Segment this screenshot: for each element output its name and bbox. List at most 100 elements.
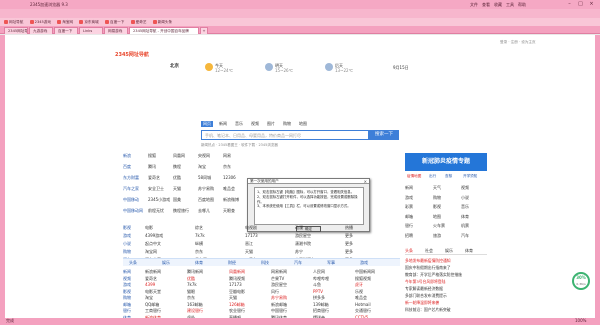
site-link[interactable]: 2345小游戏 <box>148 197 170 203</box>
site-link[interactable]: 央视网 <box>198 153 210 159</box>
service-link[interactable]: 视频 <box>461 185 469 191</box>
site-link[interactable]: 新浪微博 <box>223 197 239 203</box>
grid-link[interactable]: 斗鱼 <box>313 282 321 288</box>
service-link[interactable]: 音乐 <box>461 204 469 210</box>
side-news-tab[interactable]: 体育 <box>465 248 473 254</box>
grid-category[interactable]: 银行 <box>123 308 131 314</box>
site-link[interactable]: 58同城 <box>198 175 211 181</box>
network-progress-badge[interactable]: 30% 0.3K/s <box>572 272 590 290</box>
grid-category[interactable]: 新闻 <box>123 269 131 275</box>
grid-link[interactable]: 搜狐视频 <box>355 276 371 282</box>
channel-tab[interactable]: 军事 <box>327 260 335 266</box>
side-news-tab[interactable]: 娱乐 <box>445 248 453 254</box>
category-link[interactable]: 电视剧 <box>245 225 257 231</box>
bookmark-item[interactable]: 爱奇艺 <box>130 18 146 26</box>
site-link[interactable]: 安全卫士 <box>148 186 164 192</box>
site-link[interactable]: 搜狐 <box>148 153 156 159</box>
service-link[interactable]: 汽车 <box>461 233 469 239</box>
grid-link[interactable]: 京东 <box>187 295 195 301</box>
channel-tab[interactable]: 科技 <box>261 260 269 266</box>
bookmark-item[interactable]: 2345游戏 <box>29 18 51 26</box>
grid-link[interactable]: 人民网 <box>313 269 325 275</box>
bookmark-item[interactable]: 百度一下 <box>105 18 124 26</box>
site-link[interactable]: 中国移动 <box>123 197 139 203</box>
grid-link[interactable]: 拼多多 <box>313 295 325 301</box>
grid-link[interactable]: 唯品会 <box>355 295 367 301</box>
dialog-close-icon[interactable]: × <box>364 179 367 184</box>
channel-tab[interactable]: 体育 <box>195 260 203 266</box>
grid-link[interactable]: 139邮箱 <box>313 302 329 308</box>
grid-link[interactable]: 爱奇艺 <box>145 276 157 282</box>
site-link[interactable]: 淘宝 <box>198 164 206 170</box>
category-link[interactable]: 电影 <box>145 225 153 231</box>
grid-link[interactable]: 7k7k <box>187 282 197 287</box>
search-input[interactable]: 手机、笔记本、日用品、母婴用品，特价商品一网打尽 <box>201 130 369 140</box>
category-link[interactable]: 潇湘书院 <box>295 241 311 247</box>
news-item[interactable]: 科技前沿：国产芯片新突破 <box>405 306 487 313</box>
city-name[interactable]: 北京 <box>170 63 179 69</box>
bookmark-item[interactable]: 淘宝网 <box>57 18 73 26</box>
site-link[interactable]: 汽车之家 <box>123 186 139 192</box>
news-item[interactable]: 多地发布最新疫情防控通知 <box>405 257 487 264</box>
grid-link[interactable]: 农业银行 <box>229 308 245 314</box>
service-link[interactable]: 小说 <box>461 195 469 201</box>
menu-view[interactable]: 查看 <box>482 0 490 9</box>
grid-link[interactable]: 游民星空 <box>271 282 287 288</box>
bookmark-item[interactable]: 新闻头条 <box>152 18 172 26</box>
tab-image[interactable]: 图片 <box>267 121 275 127</box>
grid-link[interactable]: Hotmail <box>355 302 371 307</box>
service-link[interactable]: 招聘 <box>405 233 413 239</box>
category-link[interactable]: 热播 <box>345 225 353 231</box>
tab-item[interactable]: 网易游戏 <box>104 27 128 34</box>
site-link[interactable]: 中国移动网 <box>123 208 143 214</box>
site-link[interactable]: 优酷 <box>173 175 181 181</box>
category-link[interactable]: 综艺 <box>195 225 203 231</box>
channel-tab[interactable]: 汽车 <box>294 260 302 266</box>
grid-link[interactable]: 招商银行 <box>313 308 329 314</box>
category-link[interactable]: 更多 <box>345 233 353 239</box>
search-button[interactable]: 搜索一下 <box>369 130 399 140</box>
grid-link[interactable]: 豆瓣电影 <box>229 289 245 295</box>
grid-link[interactable]: 交通银行 <box>355 308 371 314</box>
new-tab-icon[interactable]: + <box>200 27 208 34</box>
site-link[interactable]: 网易 <box>223 153 231 159</box>
tab-item-active[interactable]: 2345网址导航 - 开创中国百年品牌 <box>129 27 199 34</box>
grid-link[interactable]: 网易新闻 <box>271 269 287 275</box>
register-link[interactable]: 注册 <box>511 40 518 44</box>
grid-link[interactable]: 4399 <box>145 282 155 287</box>
site-link[interactable]: 国美 <box>173 197 181 203</box>
service-link[interactable]: 体育 <box>461 214 469 220</box>
site-link[interactable]: 东方财富 <box>123 175 139 181</box>
grid-link[interactable]: 腾讯新闻 <box>187 269 203 275</box>
service-link[interactable]: 邮箱 <box>405 214 413 220</box>
tab-item[interactable]: 百度一下 <box>54 27 78 34</box>
category-link[interactable]: 4399游戏 <box>145 233 163 239</box>
bookmark-item[interactable]: 京东商城 <box>79 18 99 26</box>
grid-link[interactable]: 工商银行 <box>145 308 161 314</box>
service-link[interactable]: 新闻 <box>405 185 413 191</box>
category-link[interactable]: 晋江 <box>245 241 253 247</box>
grid-link[interactable]: 新浪新闻 <box>145 269 161 275</box>
grid-link[interactable]: 电影天堂 <box>145 289 161 295</box>
grid-link[interactable]: 163邮箱 <box>187 302 203 308</box>
site-link[interactable]: 去哪儿 <box>198 208 210 214</box>
service-link[interactable]: 机票 <box>461 223 469 229</box>
set-homepage-link[interactable]: 设为主页 <box>521 40 535 44</box>
grid-link[interactable]: 腾讯视频 <box>229 276 245 282</box>
site-link[interactable]: 前程无忧 <box>148 208 164 214</box>
grid-category[interactable]: 游戏 <box>123 282 131 288</box>
grid-link[interactable]: 建设银行 <box>187 308 203 314</box>
menu-tools[interactable]: 工具 <box>506 0 514 9</box>
service-link[interactable]: 购物 <box>433 195 441 201</box>
category-link[interactable]: 京东 <box>195 249 203 255</box>
maximize-icon[interactable]: □ <box>576 1 585 7</box>
tab-web[interactable]: 网页 <box>201 121 213 127</box>
login-link[interactable]: 登录 <box>500 40 507 44</box>
service-link[interactable]: 火车票 <box>433 223 445 229</box>
news-item[interactable]: 专家解读最新经济数据 <box>405 285 487 292</box>
grid-link[interactable]: 乐视 <box>355 289 363 295</box>
channel-tab[interactable]: 财经 <box>228 260 236 266</box>
grid-link[interactable]: QQ邮箱 <box>145 302 159 308</box>
site-link[interactable]: 凤凰网 <box>173 153 185 159</box>
site-link[interactable]: 携程 <box>173 164 181 170</box>
